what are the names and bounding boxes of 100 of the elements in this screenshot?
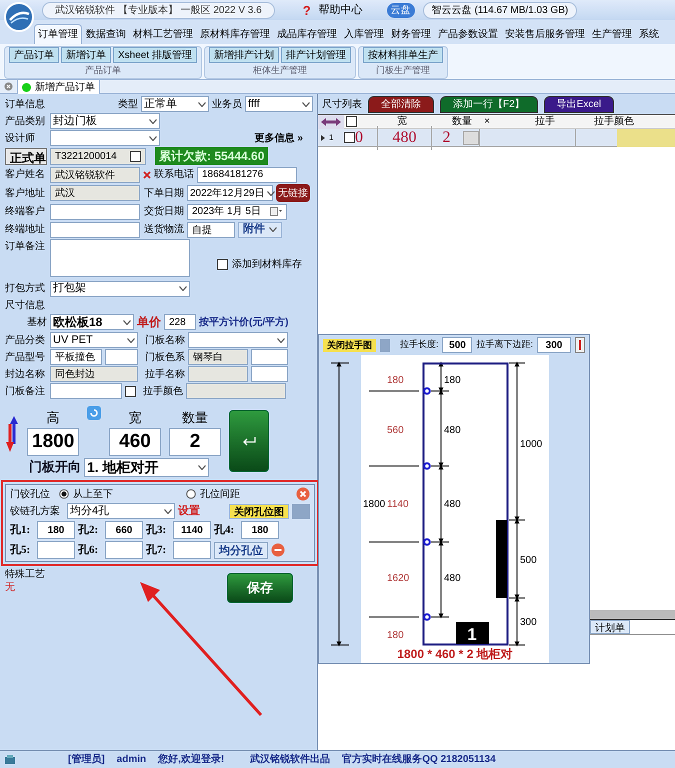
text-field[interactable]: 228 [164, 314, 196, 330]
menu-tab[interactable]: 原材料库存管理 [197, 24, 273, 44]
menu-tab[interactable]: 订单管理 [34, 24, 82, 44]
enter-button[interactable] [229, 410, 269, 472]
dropdown[interactable]: 1. 地柜对开 [84, 458, 209, 476]
close-icon[interactable] [296, 487, 310, 501]
menu-tab[interactable]: 产品参数设置 [435, 24, 501, 44]
dropdown[interactable]: ffff [245, 96, 313, 112]
text-field[interactable]: 500 [442, 337, 472, 353]
dimension-label: 180 [387, 375, 404, 386]
document-tab[interactable]: 新增产品订单 [17, 78, 100, 94]
ribbon-button[interactable]: 新增排产计划 [208, 47, 279, 63]
checkbox[interactable] [130, 150, 141, 162]
checkbox-label[interactable]: 添加到材料库存 [217, 257, 302, 272]
toolbar-button[interactable]: 添加一行【F2】 [440, 96, 538, 112]
text-field[interactable] [105, 541, 143, 559]
text-field[interactable]: 460 [109, 428, 161, 456]
text-field[interactable]: 180 [37, 521, 75, 539]
menu-tab[interactable]: 数据查询 [83, 24, 129, 44]
menu-tab[interactable]: 安装售后服务管理 [502, 24, 588, 44]
text-field[interactable] [50, 222, 140, 238]
toggle-hole-diagram-button[interactable]: 关闭孔位图 [229, 504, 289, 518]
ribbon-button[interactable]: Xsheet 排版管理 [113, 47, 197, 63]
text-field[interactable]: 武汉铭锐软件 [50, 166, 140, 182]
checkbox[interactable] [344, 132, 355, 143]
dropdown[interactable]: 欧松板18 [50, 314, 134, 330]
delete-icon[interactable] [143, 170, 151, 178]
menu-tab[interactable]: 系统 [636, 24, 662, 44]
field-label: 孔2: [78, 522, 100, 538]
tab[interactable]: 计划单 [590, 620, 630, 634]
text-field[interactable]: 18684181276 [197, 166, 297, 182]
menu-tab[interactable]: 生产管理 [589, 24, 635, 44]
text-field[interactable]: 平板撞色 [50, 349, 102, 365]
ribbon-button[interactable]: 产品订单 [9, 47, 59, 63]
date-picker[interactable]: 2023年 1月 5日 [187, 204, 287, 220]
order-number-field[interactable]: T3221200014 [50, 148, 146, 164]
text-field[interactable]: 300 [537, 337, 571, 353]
help-icon[interactable]: ? [302, 4, 311, 16]
save-button[interactable]: 保存 [227, 573, 293, 603]
text-field[interactable] [105, 349, 138, 365]
checkbox[interactable] [217, 259, 228, 270]
text-field[interactable] [173, 541, 211, 559]
dropdown[interactable]: 均分4孔 [67, 503, 175, 519]
toolbar-button[interactable]: 导出Excel [544, 96, 614, 112]
caret-icon [127, 338, 135, 342]
text-field[interactable] [186, 383, 286, 399]
refresh-icon[interactable] [87, 406, 101, 420]
radio-icon[interactable] [186, 489, 196, 499]
text-field[interactable]: 180 [241, 521, 279, 539]
dropdown[interactable] [50, 130, 160, 146]
text-field[interactable] [50, 204, 140, 220]
swap-arrows-icon[interactable] [5, 414, 19, 454]
dropdown[interactable]: 正常单 [141, 96, 209, 112]
text-field[interactable] [37, 541, 75, 559]
handle-icon[interactable] [575, 337, 585, 353]
dropdown[interactable]: UV PET [50, 332, 138, 348]
text-field[interactable]: 钢琴白 [188, 349, 248, 365]
menu-tab[interactable]: 成品库存管理 [274, 24, 340, 44]
checkbox[interactable] [125, 386, 136, 396]
close-icon[interactable] [4, 82, 13, 91]
text-field[interactable]: 同色封边 [50, 366, 138, 382]
text-field[interactable]: 660 [105, 521, 143, 539]
dropdown[interactable]: 封边门板 [50, 113, 160, 129]
text-field[interactable]: 1140 [173, 521, 211, 539]
ribbon-button[interactable]: 新增订单 [61, 47, 111, 63]
field-label: 拉手颜色 [143, 384, 183, 398]
text-field[interactable]: 1800 [27, 428, 79, 456]
ribbon-button[interactable]: 按材料排单生产 [362, 47, 443, 63]
text-field[interactable]: 2 [169, 428, 221, 456]
remark-field[interactable] [50, 239, 190, 277]
dropdown[interactable] [188, 332, 288, 348]
help-link[interactable]: 帮助中心 [318, 2, 363, 18]
more-info-link[interactable]: 更多信息 » [254, 130, 303, 146]
menu-tab[interactable]: 财务管理 [388, 24, 434, 44]
minus-icon[interactable] [271, 543, 285, 557]
column-header: × [483, 115, 491, 129]
text-field[interactable] [251, 349, 288, 365]
radio-label[interactable]: 从上至下 [73, 486, 113, 502]
menu-tab[interactable]: 入库管理 [341, 24, 387, 44]
text-field[interactable] [188, 366, 248, 382]
toolbar-button[interactable]: 全部清除 [368, 96, 434, 112]
no-link-button[interactable]: 无链接 [276, 184, 310, 202]
radio-icon[interactable] [59, 489, 69, 499]
toggle-handle-diagram-button[interactable]: 关闭拉手图 [323, 338, 376, 352]
dropdown[interactable]: 2022年12月29日 [187, 185, 273, 201]
text-field[interactable] [251, 366, 288, 382]
radio-label[interactable]: 孔位间距 [200, 486, 240, 502]
setup-link[interactable]: 设置 [178, 502, 200, 520]
even-holes-button[interactable]: 均分孔位 [214, 542, 268, 558]
ribbon-button[interactable]: 排产计划管理 [280, 47, 351, 63]
checkbox[interactable] [346, 116, 357, 127]
text-field[interactable] [50, 383, 122, 399]
resize-arrows-icon[interactable] [320, 116, 342, 126]
order-type-button[interactable]: 正式单 [5, 148, 47, 164]
menu-tab[interactable]: 材料工艺管理 [130, 24, 196, 44]
cell-button[interactable] [463, 130, 479, 144]
text-field[interactable]: 武汉 [50, 185, 140, 201]
text-field[interactable]: 自提 [187, 222, 235, 238]
attachment-button[interactable]: 附件 [238, 222, 282, 238]
dropdown[interactable]: 打包架 [50, 280, 190, 296]
